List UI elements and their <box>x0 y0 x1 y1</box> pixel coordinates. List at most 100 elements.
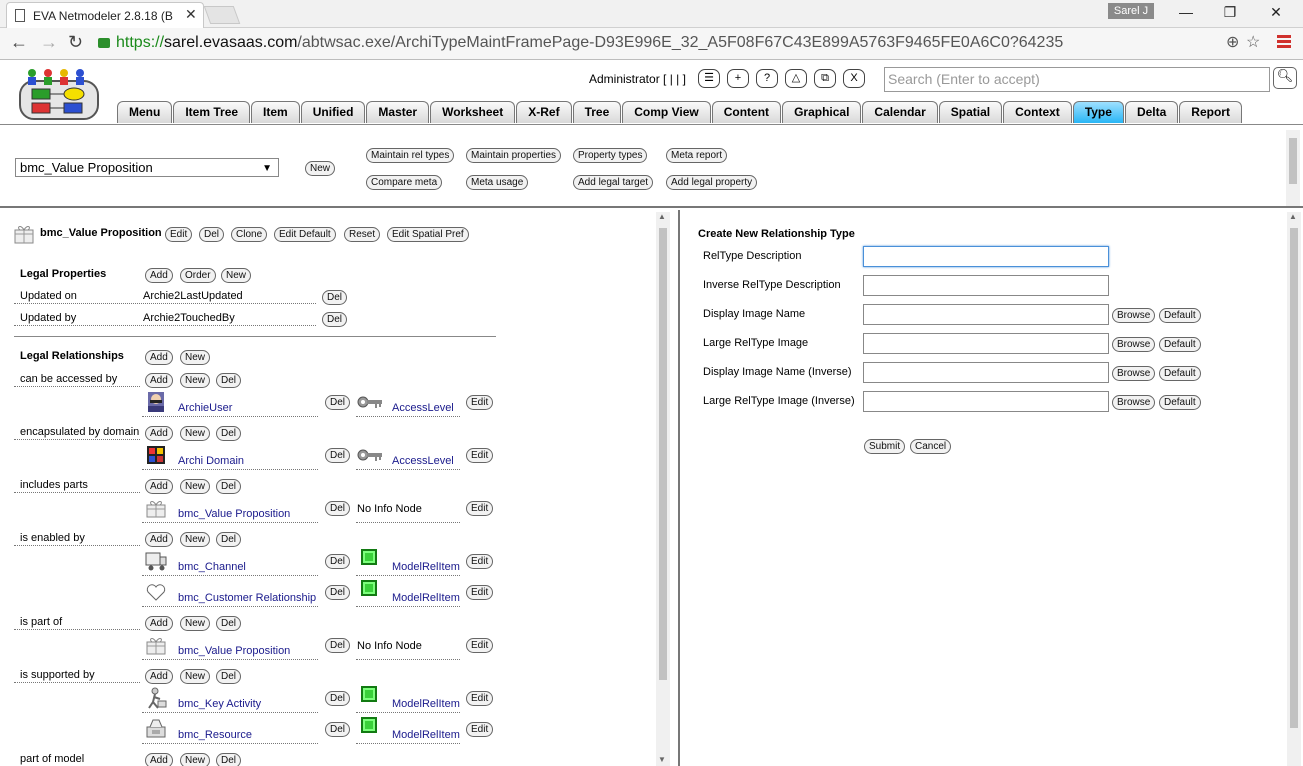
tab-calendar[interactable]: Calendar <box>862 101 938 123</box>
tab-graphical[interactable]: Graphical <box>782 101 862 123</box>
close-icon[interactable]: X <box>843 69 865 88</box>
target-link[interactable]: bmc_Value Proposition <box>178 508 290 520</box>
tab-delta[interactable]: Delta <box>1124 101 1179 123</box>
eva-logo-icon[interactable] <box>18 67 100 121</box>
add-relationship-target-button[interactable]: Add <box>145 426 173 441</box>
new-relationship-target-button[interactable]: New <box>180 753 211 766</box>
add-relationship-target-button[interactable]: Add <box>145 616 173 631</box>
maintain-rel-types-button[interactable]: Maintain rel types <box>366 148 455 163</box>
minimize-icon[interactable]: — <box>1176 4 1196 20</box>
clone-type-button[interactable]: Clone <box>231 227 268 242</box>
relationship-kind[interactable]: ModelRelItem <box>392 592 460 604</box>
target-link[interactable]: Archi Domain <box>178 455 244 467</box>
relationship-kind[interactable]: AccessLevel <box>392 455 454 467</box>
url-field[interactable]: https://sarel.evasaas.com/abtwsac.exe/Ar… <box>98 31 1268 55</box>
edit-target-button[interactable]: Edit <box>466 501 494 516</box>
display-image-name-input[interactable] <box>863 304 1109 325</box>
user-role-label[interactable]: Administrator [ | | ] <box>589 72 686 86</box>
tab-x-ref[interactable]: X-Ref <box>516 101 572 123</box>
tab-menu[interactable]: Menu <box>117 101 173 123</box>
browse-button[interactable]: Browse <box>1112 337 1156 352</box>
bookmark-star-icon[interactable]: ☆ <box>1246 32 1260 52</box>
add-relationship-target-button[interactable]: Add <box>145 532 173 547</box>
search-icon[interactable]: 🔍︎ <box>1273 67 1297 89</box>
meta-usage-button[interactable]: Meta usage <box>466 175 529 190</box>
delete-target-button[interactable]: Del <box>325 448 351 463</box>
help-icon[interactable]: ? <box>756 69 778 88</box>
add-relationship-target-button[interactable]: Add <box>145 479 173 494</box>
search-input[interactable]: Search (Enter to accept) <box>884 67 1270 92</box>
large-reltype-image-input[interactable] <box>863 333 1109 354</box>
reltype-description-input[interactable] <box>863 246 1109 267</box>
default-button[interactable]: Default <box>1159 308 1201 323</box>
new-type-button[interactable]: New <box>305 161 336 176</box>
add-relationship-button[interactable]: Add <box>145 350 173 365</box>
scroll-up-icon[interactable]: ▲ <box>658 212 666 221</box>
add-property-button[interactable]: Add <box>145 268 173 283</box>
property-types-button[interactable]: Property types <box>573 148 648 163</box>
add-relationship-target-button[interactable]: Add <box>145 753 173 766</box>
new-relationship-target-button[interactable]: New <box>180 532 211 547</box>
left-scroll-thumb[interactable] <box>659 228 667 680</box>
target-link[interactable]: bmc_Key Activity <box>178 698 261 710</box>
edit-target-button[interactable]: Edit <box>466 585 494 600</box>
delete-target-button[interactable]: Del <box>325 501 351 516</box>
maintain-properties-button[interactable]: Maintain properties <box>466 148 562 163</box>
toolbar-scrollbar[interactable] <box>1286 130 1300 206</box>
default-button[interactable]: Default <box>1159 395 1201 410</box>
tab-context[interactable]: Context <box>1003 101 1072 123</box>
meta-report-button[interactable]: Meta report <box>666 148 728 163</box>
delete-relationship-target-button[interactable]: Del <box>216 669 242 684</box>
edit-target-button[interactable]: Edit <box>466 638 494 653</box>
left-pane-scrollbar[interactable]: ▲ ▼ <box>656 212 670 766</box>
maximize-icon[interactable]: ❐ <box>1220 4 1240 21</box>
zoom-icon[interactable]: ⊕ <box>1226 32 1239 52</box>
edit-target-button[interactable]: Edit <box>466 448 494 463</box>
tab-content[interactable]: Content <box>711 101 782 123</box>
delete-target-button[interactable]: Del <box>325 395 351 410</box>
new-relationship-target-button[interactable]: New <box>180 479 211 494</box>
default-button[interactable]: Default <box>1159 366 1201 381</box>
type-select[interactable]: bmc_Value Proposition ▼ <box>15 158 279 177</box>
order-property-button[interactable]: Order <box>180 268 216 283</box>
cancel-button[interactable]: Cancel <box>910 439 952 454</box>
add-relationship-target-button[interactable]: Add <box>145 373 173 388</box>
new-relationship-target-button[interactable]: New <box>180 426 211 441</box>
delete-target-button[interactable]: Del <box>325 554 351 569</box>
close-tab-icon[interactable]: ✕ <box>185 6 197 23</box>
target-link[interactable]: bmc_Channel <box>178 561 246 573</box>
new-relationship-target-button[interactable]: New <box>180 373 211 388</box>
right-pane-scrollbar[interactable]: ▲ <box>1287 212 1301 766</box>
reload-icon[interactable]: ↻ <box>68 32 83 53</box>
delete-target-button[interactable]: Del <box>325 638 351 653</box>
edit-target-button[interactable]: Edit <box>466 691 494 706</box>
delete-relationship-target-button[interactable]: Del <box>216 616 242 631</box>
triangle-icon[interactable]: △ <box>785 69 807 88</box>
toolbar-scroll-thumb[interactable] <box>1289 138 1297 184</box>
back-icon[interactable]: ← <box>10 32 28 53</box>
browse-button[interactable]: Browse <box>1112 395 1156 410</box>
tab-spatial[interactable]: Spatial <box>938 101 1003 123</box>
browser-menu-icon[interactable] <box>1277 35 1291 49</box>
right-scroll-thumb[interactable] <box>1290 228 1298 728</box>
tab-master[interactable]: Master <box>366 101 430 123</box>
browse-button[interactable]: Browse <box>1112 308 1156 323</box>
submit-button[interactable]: Submit <box>864 439 906 454</box>
tab-worksheet[interactable]: Worksheet <box>430 101 516 123</box>
new-property-button[interactable]: New <box>221 268 252 283</box>
new-relationship-target-button[interactable]: New <box>180 669 211 684</box>
delete-type-button[interactable]: Del <box>199 227 225 242</box>
target-link[interactable]: bmc_Value Proposition <box>178 645 290 657</box>
target-link[interactable]: ArchieUser <box>178 402 232 414</box>
edit-type-button[interactable]: Edit <box>165 227 193 242</box>
tab-type[interactable]: Type <box>1072 101 1124 123</box>
scroll-down-icon[interactable]: ▼ <box>658 755 666 764</box>
window-icon[interactable]: ⧉ <box>814 69 836 88</box>
browse-button[interactable]: Browse <box>1112 366 1156 381</box>
delete-relationship-target-button[interactable]: Del <box>216 753 242 766</box>
tab-unified[interactable]: Unified <box>300 101 366 123</box>
relationship-kind[interactable]: ModelRelItem <box>392 561 460 573</box>
close-window-icon[interactable]: ✕ <box>1266 4 1286 21</box>
delete-relationship-target-button[interactable]: Del <box>216 426 242 441</box>
delete-target-button[interactable]: Del <box>325 691 351 706</box>
